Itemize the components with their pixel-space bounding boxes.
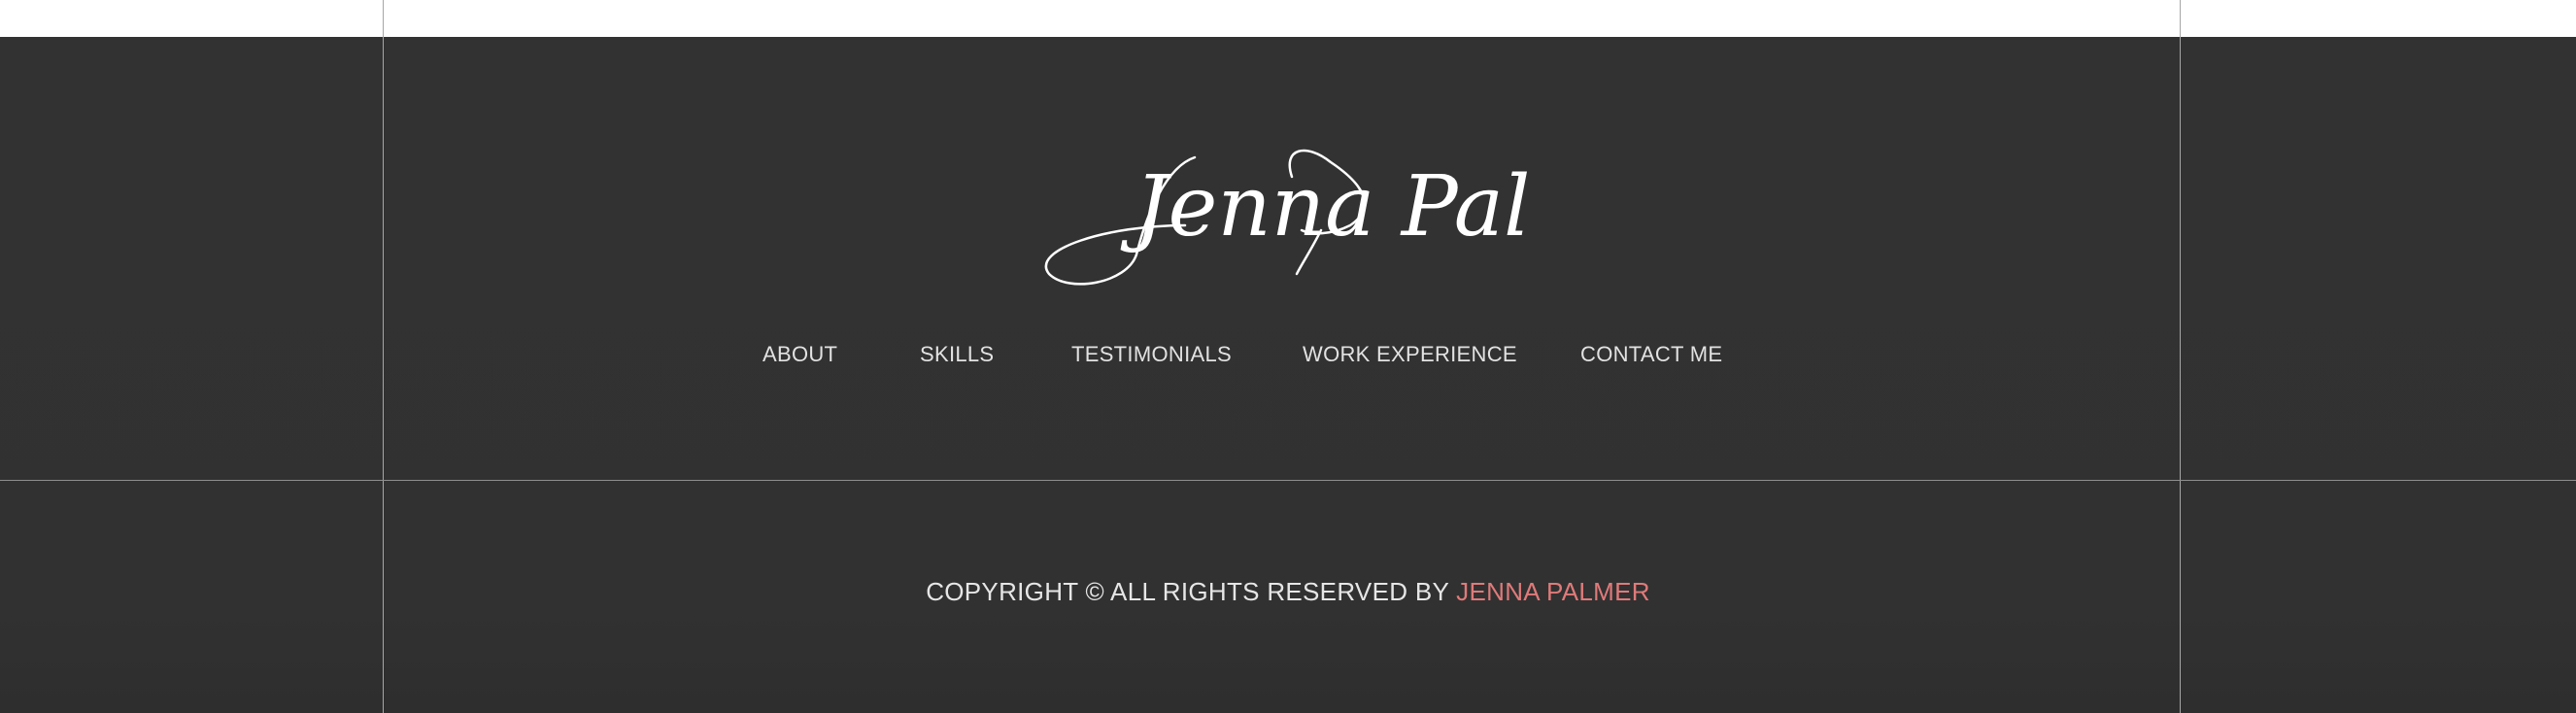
footer-divider	[0, 480, 2576, 481]
top-strip	[0, 0, 2576, 37]
copyright-notice: COPYRIGHT © ALL RIGHTS RESERVED BY JENNA…	[0, 577, 2576, 607]
signature-logo[interactable]: Jenna Palmer	[1030, 138, 1535, 293]
signature-logo-svg: Jenna Palmer	[1044, 149, 1535, 286]
signature-text: Jenna Palmer	[1120, 158, 1535, 255]
footer-nav: ABOUT SKILLS TESTIMONIALS WORK EXPERIENC…	[0, 342, 2576, 373]
copyright-prefix: COPYRIGHT © ALL RIGHTS RESERVED BY	[926, 577, 1449, 606]
nav-item-about[interactable]: ABOUT	[763, 342, 837, 367]
nav-item-skills[interactable]: SKILLS	[920, 342, 994, 367]
nav-item-work-experience[interactable]: WORK EXPERIENCE	[1303, 342, 1517, 367]
copyright-owner-link[interactable]: JENNA PALMER	[1456, 577, 1650, 606]
nav-item-testimonials[interactable]: TESTIMONIALS	[1071, 342, 1232, 367]
nav-item-contact-me[interactable]: CONTACT ME	[1580, 342, 1722, 367]
